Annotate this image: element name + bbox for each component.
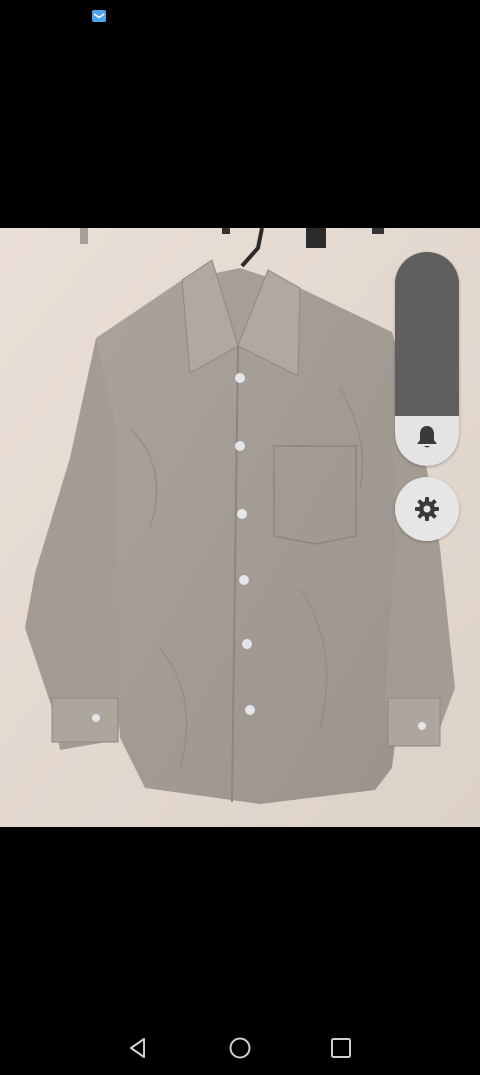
screen [0,0,480,1075]
gear-icon [415,497,439,521]
back-button[interactable] [118,1030,158,1066]
status-bar [0,0,480,30]
back-triangle-icon [130,1038,145,1058]
sound-settings-button[interactable] [395,477,459,541]
navigation-bar [0,1020,480,1075]
home-circle-icon [229,1037,251,1059]
recents-square-icon [331,1038,351,1058]
volume-slider[interactable] [395,252,459,466]
mail-notification-icon [92,8,106,22]
bell-icon[interactable] [415,424,439,450]
home-button[interactable] [220,1030,260,1066]
recents-button[interactable] [321,1030,361,1066]
